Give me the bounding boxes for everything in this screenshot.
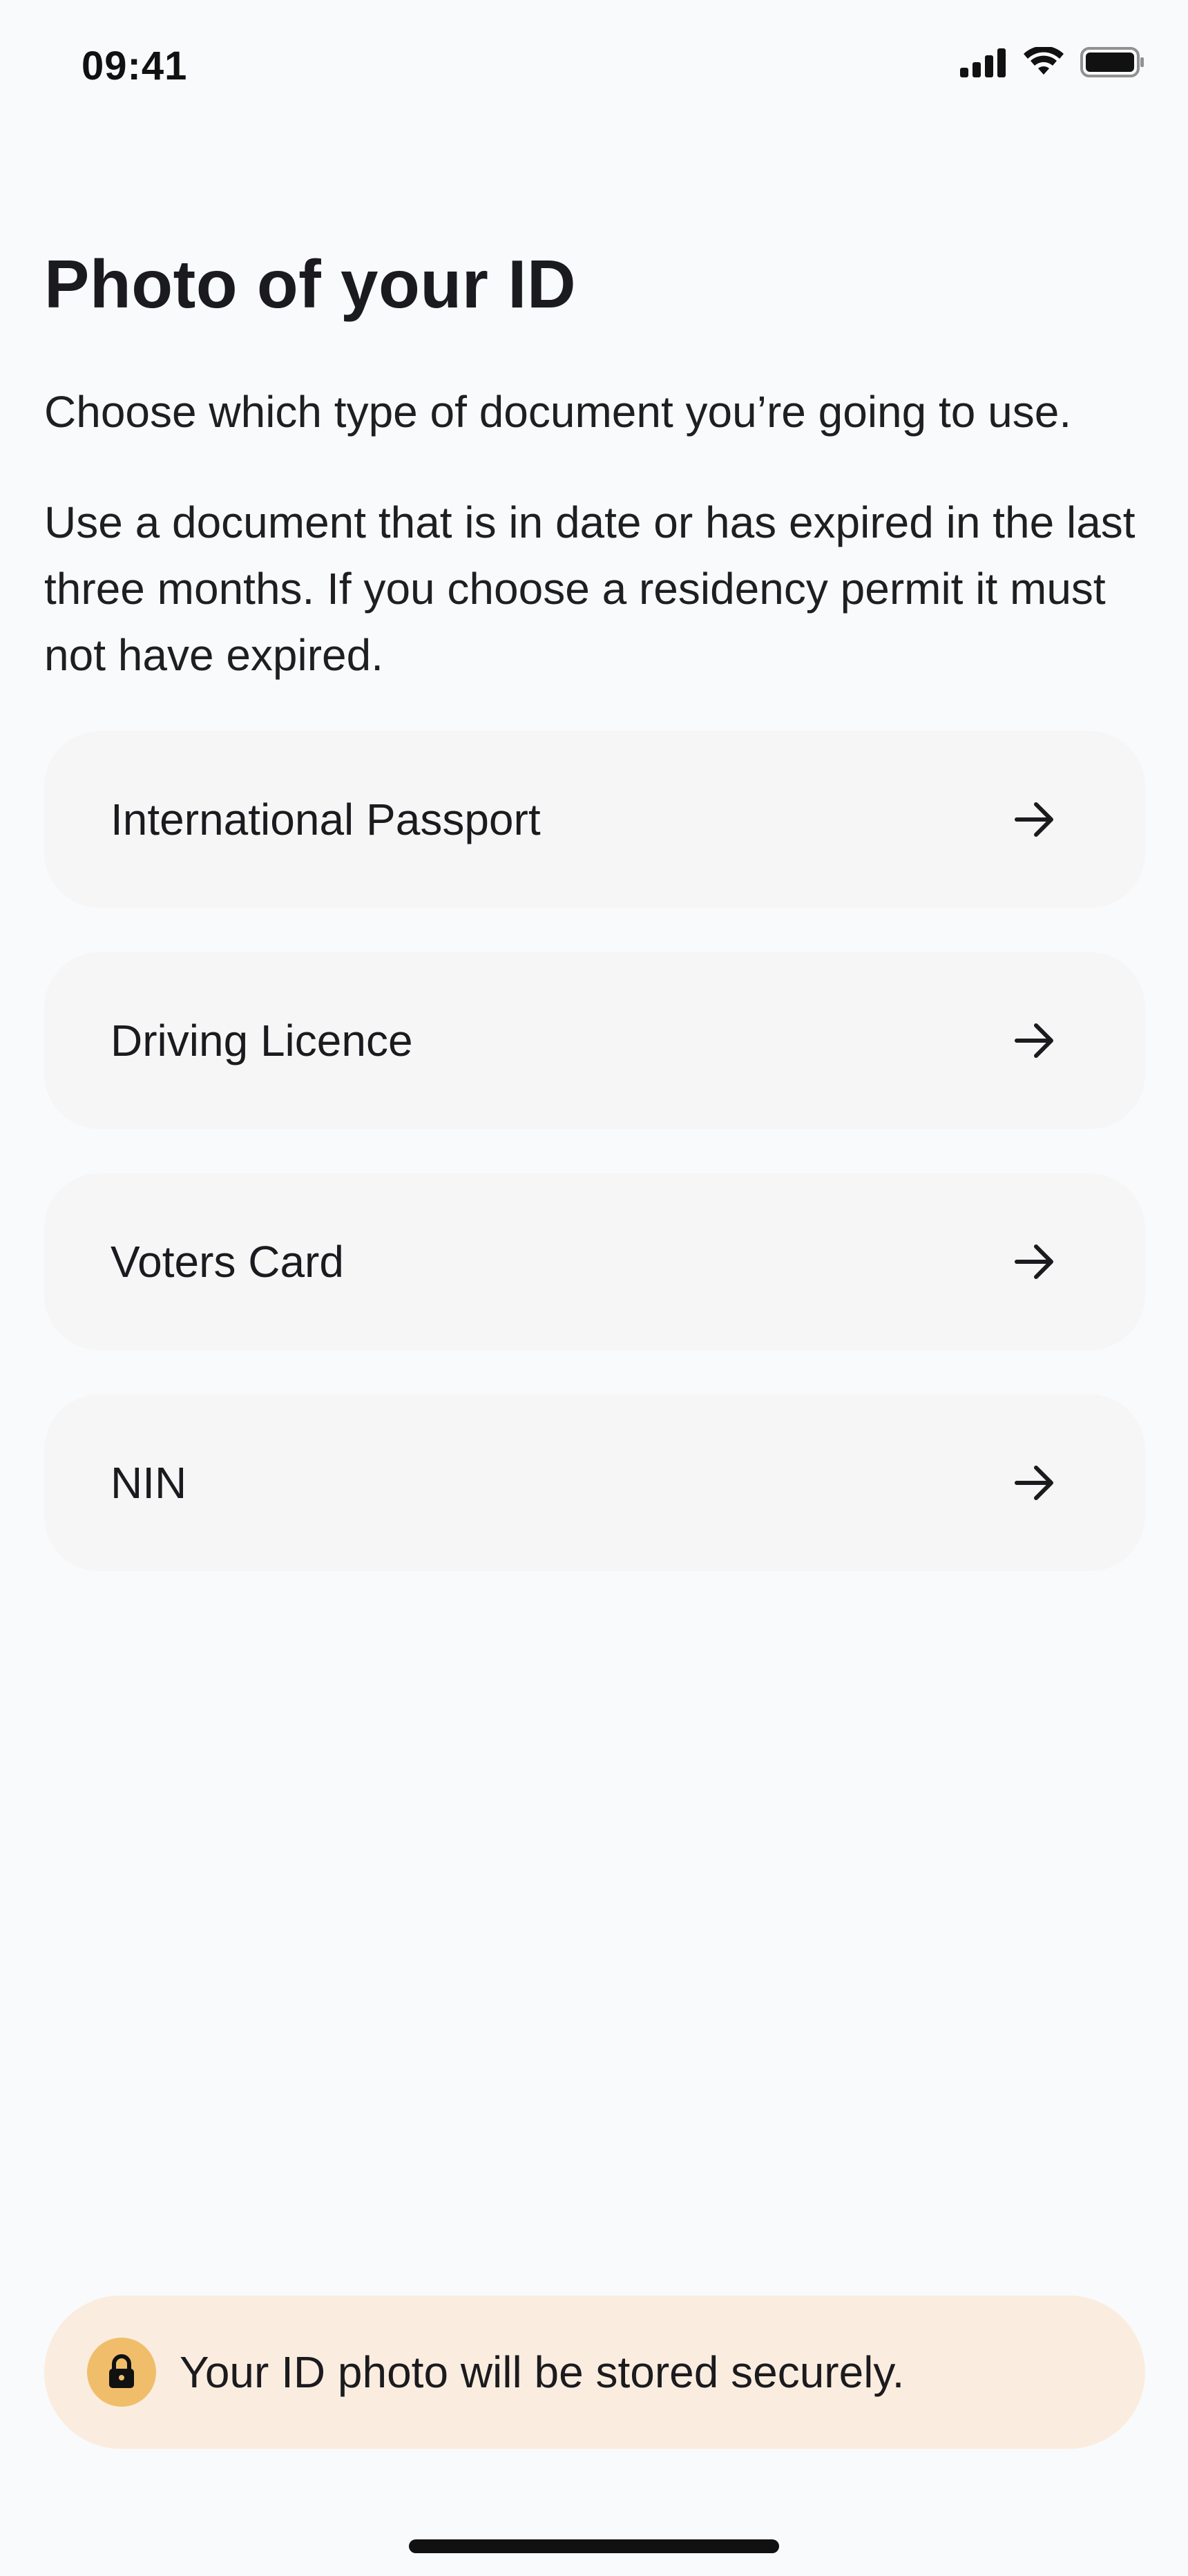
security-message: Your ID photo will be stored securely. — [180, 2347, 905, 2397]
arrow-right-icon — [1013, 1240, 1057, 1284]
status-icons — [960, 44, 1145, 83]
cellular-signal-icon — [960, 47, 1007, 81]
wifi-icon — [1022, 45, 1065, 81]
home-indicator[interactable] — [409, 2539, 779, 2553]
status-time: 09:41 — [82, 44, 188, 88]
option-label: NIN — [111, 1458, 187, 1508]
document-type-list: International Passport Driving Licence V… — [44, 731, 1145, 1616]
arrow-right-icon — [1013, 797, 1057, 842]
page-subtitle: Choose which type of document you’re goi… — [44, 387, 1072, 437]
option-voters-card[interactable]: Voters Card — [44, 1173, 1145, 1350]
page-title: Photo of your ID — [44, 246, 577, 322]
option-nin[interactable]: NIN — [44, 1394, 1145, 1571]
option-international-passport[interactable]: International Passport — [44, 731, 1145, 908]
option-label: Driving Licence — [111, 1016, 413, 1066]
document-requirements-text: Use a document that is in date or has ex… — [44, 498, 1136, 680]
status-bar: 09:41 — [0, 0, 1188, 131]
option-label: International Passport — [111, 795, 541, 844]
option-label: Voters Card — [111, 1237, 344, 1287]
arrow-right-icon — [1013, 1019, 1057, 1063]
option-driving-licence[interactable]: Driving Licence — [44, 952, 1145, 1129]
lock-icon — [87, 2338, 156, 2407]
battery-icon — [1080, 46, 1145, 82]
security-banner: Your ID photo will be stored securely. — [44, 2295, 1145, 2449]
arrow-right-icon — [1013, 1461, 1057, 1505]
